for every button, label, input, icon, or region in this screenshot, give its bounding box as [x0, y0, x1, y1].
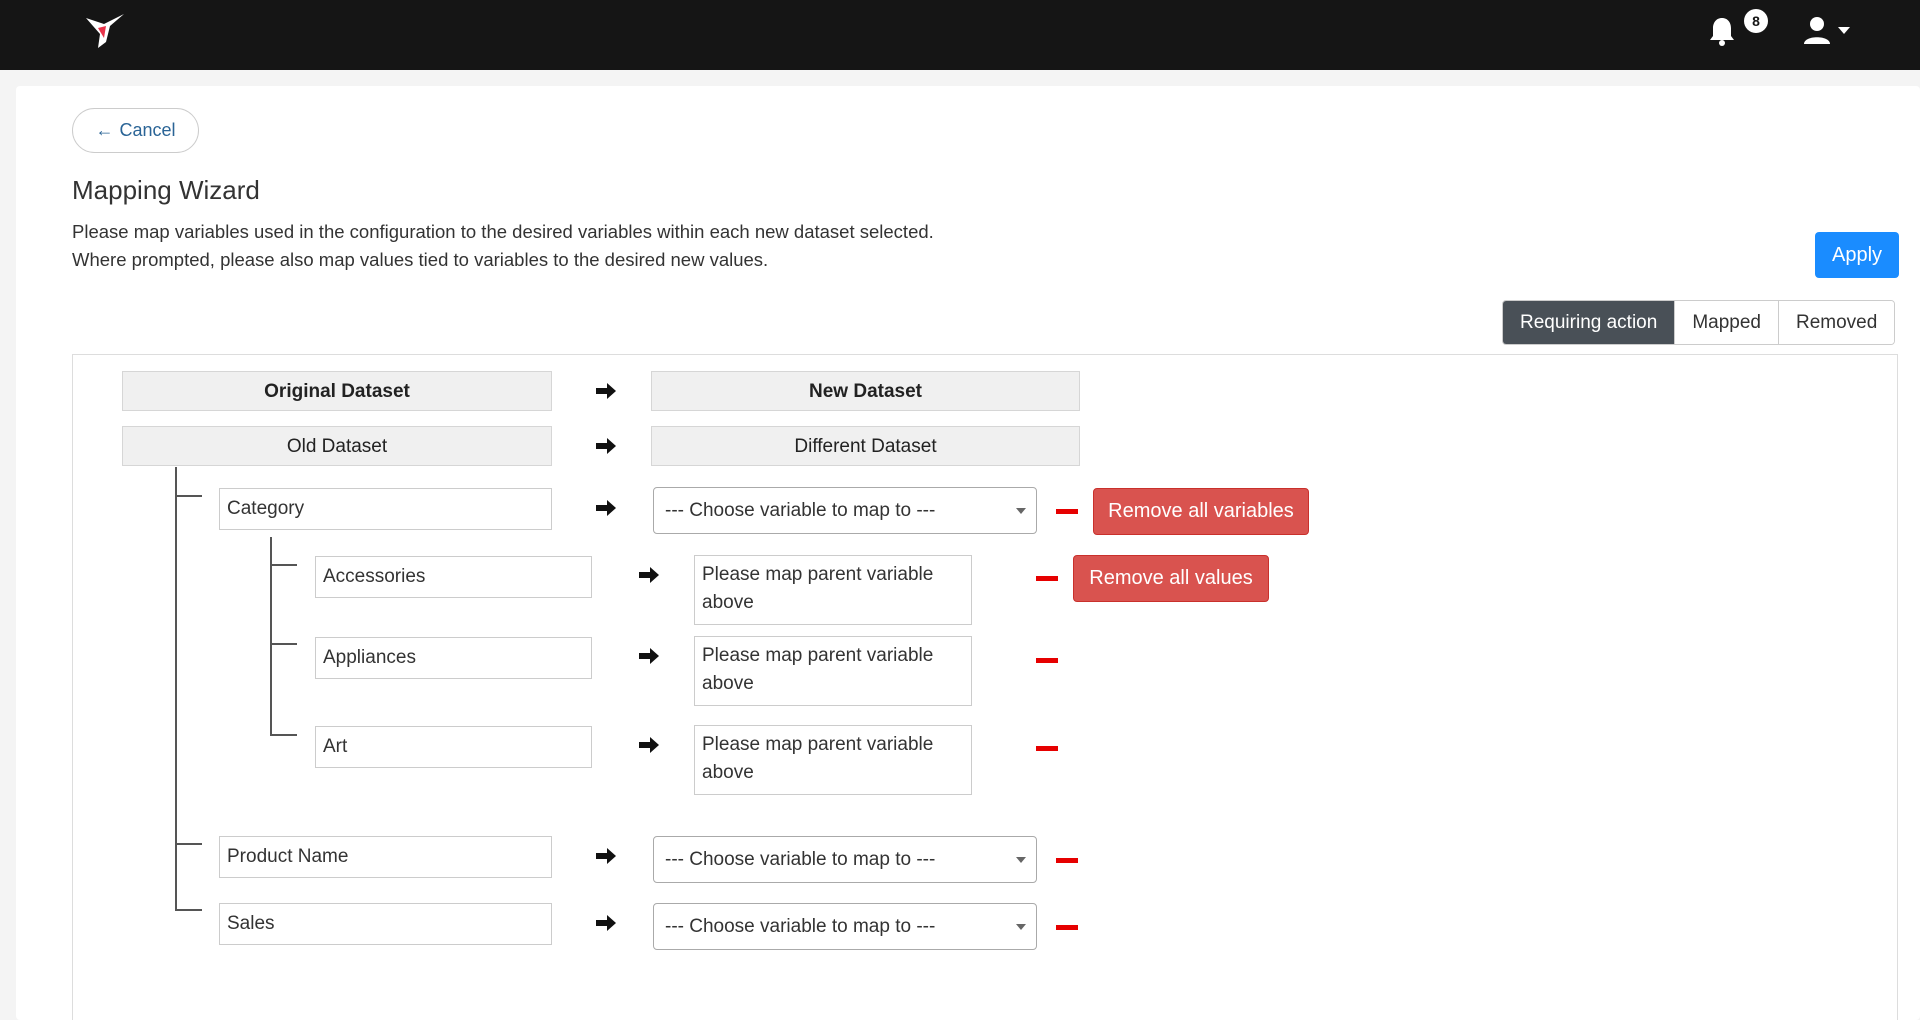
apply-button[interactable]: Apply [1815, 232, 1899, 278]
description-line-1: Please map variables used in the configu… [72, 221, 934, 242]
right-arrow-icon [639, 567, 659, 583]
accessories-mapping-prompt: Please map parent variable above [694, 555, 972, 625]
remove-all-values-button[interactable]: Remove all values [1073, 555, 1269, 602]
remove-variable-minus-icon[interactable] [1056, 925, 1078, 930]
remove-variable-minus-icon[interactable] [1056, 509, 1078, 514]
right-arrow-icon [596, 915, 616, 931]
remove-value-minus-icon[interactable] [1036, 576, 1058, 581]
page-description: Please map variables used in the configu… [72, 218, 934, 274]
remove-value-minus-icon[interactable] [1036, 746, 1058, 751]
cancel-label: Cancel [119, 120, 176, 140]
chevron-down-icon [1016, 857, 1026, 863]
select-placeholder: --- Choose variable to map to --- [665, 916, 936, 937]
tree-branch [270, 564, 297, 566]
tree-branch [270, 643, 297, 645]
variable-category: Category [219, 488, 552, 530]
remove-value-minus-icon[interactable] [1036, 658, 1058, 663]
top-navbar: 8 [0, 0, 1920, 70]
status-tabs: Requiring action Mapped Removed [1502, 300, 1896, 345]
select-placeholder: --- Choose variable to map to --- [665, 849, 936, 870]
user-menu-icon[interactable] [1800, 16, 1852, 46]
new-dataset-header: New Dataset [651, 371, 1080, 411]
value-accessories: Accessories [315, 556, 592, 598]
sales-map-select[interactable]: --- Choose variable to map to --- [653, 903, 1037, 950]
product-name-map-select[interactable]: --- Choose variable to map to --- [653, 836, 1037, 883]
right-arrow-icon [596, 438, 616, 454]
original-dataset-header: Original Dataset [122, 371, 552, 411]
hummingbird-logo-icon[interactable] [84, 12, 130, 52]
notification-bell-icon[interactable] [1708, 16, 1736, 46]
art-mapping-prompt: Please map parent variable above [694, 725, 972, 795]
chevron-down-icon [1016, 924, 1026, 930]
tree-branch [175, 909, 202, 911]
select-placeholder: --- Choose variable to map to --- [665, 500, 936, 521]
right-arrow-icon [639, 737, 659, 753]
right-arrow-icon [596, 383, 616, 399]
variable-product-name: Product Name [219, 836, 552, 878]
value-art: Art [315, 726, 592, 768]
description-line-2: Where prompted, please also map values t… [72, 249, 769, 270]
new-dataset-name: Different Dataset [651, 426, 1080, 466]
category-map-select[interactable]: --- Choose variable to map to --- [653, 487, 1037, 534]
remove-all-variables-button[interactable]: Remove all variables [1093, 488, 1309, 535]
tab-removed[interactable]: Removed [1777, 301, 1895, 344]
cancel-button[interactable]: ← Cancel [72, 108, 199, 153]
value-appliances: Appliances [315, 637, 592, 679]
old-dataset-name: Old Dataset [122, 426, 552, 466]
tab-mapped[interactable]: Mapped [1674, 301, 1778, 344]
tree-branch [270, 734, 297, 736]
right-arrow-icon [596, 848, 616, 864]
left-arrow-icon: ← [95, 120, 114, 140]
page-title: Mapping Wizard [72, 175, 260, 205]
chevron-down-icon [1016, 508, 1026, 514]
appliances-mapping-prompt: Please map parent variable above [694, 636, 972, 706]
remove-variable-minus-icon[interactable] [1056, 858, 1078, 863]
notification-count-badge: 8 [1744, 9, 1768, 33]
tab-requiring-action[interactable]: Requiring action [1503, 301, 1675, 344]
tree-branch [175, 843, 202, 845]
right-arrow-icon [639, 648, 659, 664]
tree-line-values [270, 537, 272, 736]
right-arrow-icon [596, 500, 616, 516]
tree-branch [175, 495, 202, 497]
variable-sales: Sales [219, 903, 552, 945]
